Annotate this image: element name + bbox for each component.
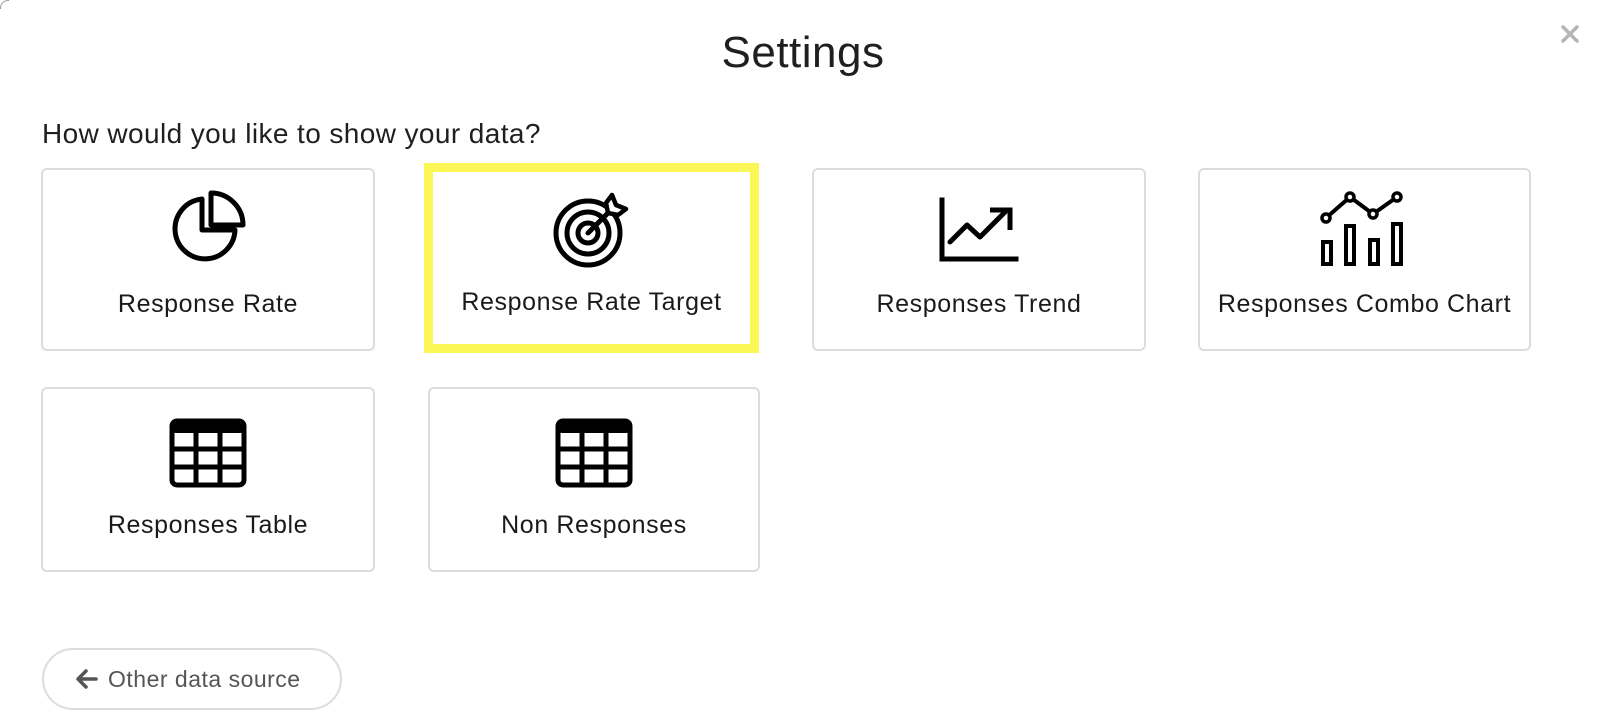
table-icon [554, 415, 634, 495]
table-icon [168, 415, 248, 495]
trend-chart-icon [939, 190, 1019, 270]
option-responses-trend[interactable]: Responses Trend [812, 168, 1146, 351]
other-data-source-button[interactable]: Other data source [42, 648, 342, 710]
option-responses-combo-chart[interactable]: Responses Combo Chart [1198, 168, 1531, 351]
option-response-rate-target[interactable]: Response Rate Target [424, 163, 759, 353]
option-non-responses[interactable]: Non Responses [428, 387, 760, 572]
option-label: Responses Table [107, 511, 309, 539]
option-label: Responses Trend [876, 290, 1082, 318]
option-label: Response Rate [117, 290, 299, 318]
option-label: Responses Combo Chart [1217, 290, 1512, 318]
combo-chart-icon [1319, 190, 1405, 270]
settings-dialog: Settings How would you like to show your… [0, 0, 1606, 724]
arrow-left-icon [74, 666, 100, 692]
other-data-source-label: Other data source [108, 665, 301, 692]
target-icon [552, 189, 632, 269]
option-response-rate[interactable]: Response Rate [41, 168, 375, 351]
close-button[interactable] [1556, 22, 1584, 50]
pie-chart-icon [168, 190, 248, 270]
window-corner [0, 0, 9, 9]
option-label: Response Rate Target [461, 288, 722, 316]
option-responses-table[interactable]: Responses Table [41, 387, 375, 572]
dialog-title: Settings [721, 28, 885, 77]
data-display-prompt: How would you like to show your data? [42, 118, 541, 149]
option-label: Non Responses [501, 511, 687, 539]
close-icon[interactable] [1560, 24, 1580, 49]
